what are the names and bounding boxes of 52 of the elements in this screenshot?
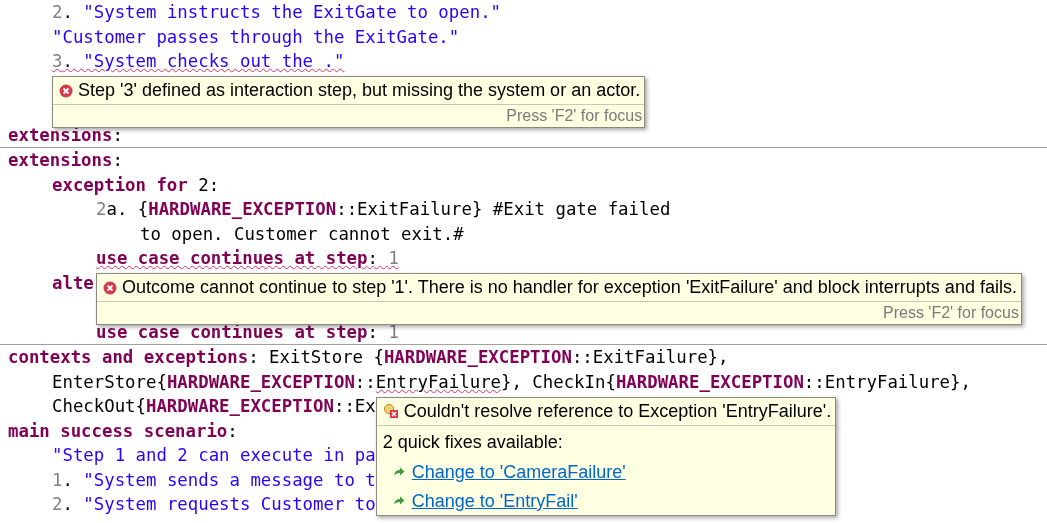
code-text: 1 [52,469,63,490]
code-text: . [62,469,74,490]
keyword: HARDWARE_EXCEPTION [166,371,355,392]
code-text: : [112,124,123,145]
lightbulb-error-icon [382,403,399,419]
keyword: use case continues at step [96,321,368,342]
code-text: 2: [197,174,220,195]
error-icon [59,83,73,98]
code-text: "System sends a message to t [83,469,376,490]
code-text: 2 [52,494,63,514]
keyword: HARDWARE_EXCEPTION [383,347,572,367]
code-text: : [112,150,123,170]
keyword: HARDWARE_EXCEPTION [615,371,804,392]
code-text: 1 [388,248,399,268]
keyword: extensions [8,124,113,145]
code-text: "System requests Customer to [83,494,376,514]
quick-fix-link[interactable]: Change to 'EntryFail' [411,490,578,512]
code-text: : [367,248,379,268]
keyword: alte [52,272,94,293]
code-text: . [62,51,74,71]
keyword: HARDWARE_EXCEPTION [146,396,334,416]
code-text: 2 [96,199,107,219]
code-text: ::ExitFailure}, [571,347,729,367]
keyword: main success scenario [8,420,228,441]
code-text: ::EntryFailure}, [803,371,971,392]
code-text: to open. Customer cannot exit.# [140,223,464,244]
keyword: exception for [52,174,188,195]
arrow-icon [392,496,405,506]
code-text: ::ExitFailure} #Exit gate failed [336,199,671,219]
code-text: : [227,420,238,441]
code-text: "System instructs the ExitGate to open." [83,2,502,22]
keyword: contexts and exceptions [8,347,249,367]
error-icon [103,280,117,295]
code-text: 1 [388,321,399,342]
code-text: EnterStore{ [52,371,167,392]
code-text: : ExitStore { [248,347,384,367]
code-text: . [62,494,74,514]
code-text: CheckOut{ [52,396,146,416]
code-text: "System checks out the ." [83,51,345,71]
code-text: ::Ex [333,396,376,416]
code-text: : [367,321,379,342]
code-text: "Customer passes through the ExitGate." [52,26,460,47]
quick-fix-link[interactable]: Change to 'CameraFailure' [411,461,626,483]
keyword: HARDWARE_EXCEPTION [148,199,337,219]
code-text: a. { [106,199,149,219]
code-text: :: [354,371,376,392]
code-text: }, CheckIn{ [501,371,616,392]
arrow-icon [392,467,405,477]
keyword: extensions [8,150,113,170]
code-text: 2 [52,2,63,22]
code-text: "Step 1 and 2 can execute in pa [52,445,376,465]
code-text: . [62,2,74,22]
